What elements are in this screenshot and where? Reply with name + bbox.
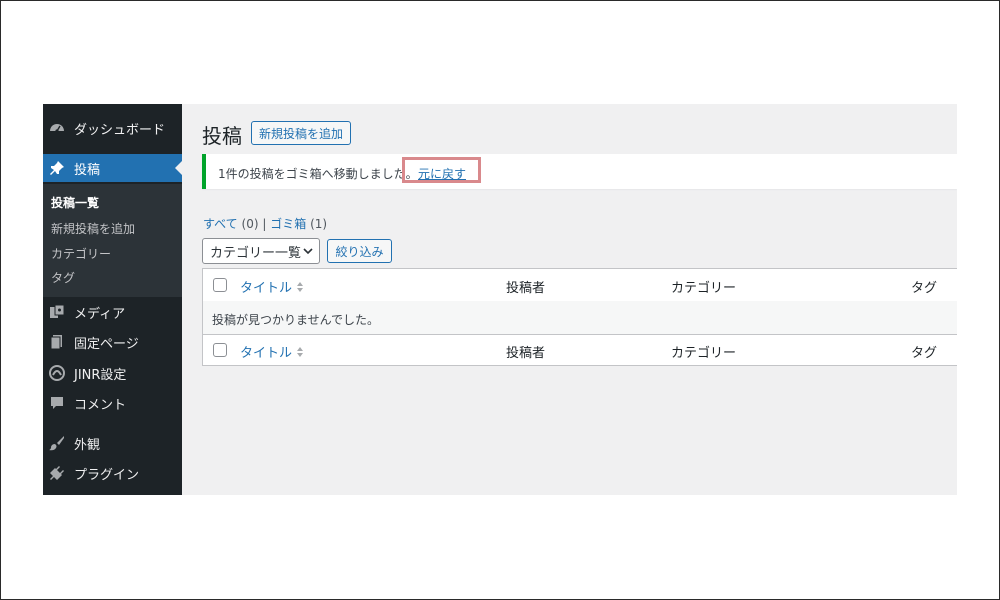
comment-icon — [49, 395, 65, 411]
title-column-label: タイトル — [240, 281, 293, 296]
categories-column-header: カテゴリー — [671, 281, 737, 296]
sidebar-item-dashboard[interactable]: ダッシュボード — [43, 114, 182, 142]
filter-all-link[interactable]: すべて — [203, 217, 238, 231]
submenu-item-add-new[interactable]: 新規投稿を追加 — [51, 220, 135, 237]
success-notice: 1件の投稿をゴミ箱へ移動しました。 元に戻す — [202, 154, 957, 189]
chevron-down-icon — [303, 245, 313, 255]
no-posts-message: 投稿が見つかりませんでした。 — [212, 313, 380, 327]
categories-column-footer: カテゴリー — [671, 346, 737, 361]
sort-icon — [297, 346, 304, 357]
sidebar-item-label: 外観 — [74, 437, 101, 453]
main-content: 投稿 新規投稿を追加 1件の投稿をゴミ箱へ移動しました。 元に戻す すべて (0… — [182, 104, 957, 495]
submenu-item-categories[interactable]: カテゴリー — [51, 245, 111, 262]
sidebar-item-label: ダッシュボード — [74, 122, 166, 138]
filter-all-count: (0) — [241, 217, 259, 231]
select-all-checkbox[interactable] — [213, 278, 227, 292]
filter-trash-count: (1) — [310, 217, 328, 231]
title-column-footer[interactable]: タイトル — [240, 342, 304, 361]
sidebar-item-pages[interactable]: 固定ページ — [43, 328, 182, 356]
appearance-icon — [49, 435, 65, 451]
page-icon — [49, 334, 65, 350]
undo-link[interactable]: 元に戻す — [418, 165, 466, 182]
submenu-item-tags[interactable]: タグ — [51, 269, 75, 286]
select-all-checkbox-footer[interactable] — [213, 343, 227, 357]
undo-highlight-box: 元に戻す — [402, 157, 481, 183]
sidebar-item-label: メディア — [74, 306, 126, 322]
sidebar-item-jinr-settings[interactable]: JINR設定 — [43, 359, 182, 387]
category-select-value: カテゴリー一覧 — [210, 245, 302, 261]
author-column-footer: 投稿者 — [506, 346, 546, 361]
page-title: 投稿 — [202, 124, 242, 148]
sidebar-item-label: プラグイン — [74, 467, 140, 483]
posts-submenu: 投稿一覧 新規投稿を追加 カテゴリー タグ — [43, 184, 182, 297]
jinr-settings-icon — [49, 365, 65, 381]
sidebar-item-label: JINR設定 — [74, 367, 127, 383]
table-header-row: タイトル 投稿者 カテゴリー タグ — [203, 269, 957, 302]
posts-table: タイトル 投稿者 カテゴリー タグ 投稿が見つかりませんでした。 タイトル 投稿… — [202, 268, 957, 366]
author-column-header: 投稿者 — [506, 281, 546, 296]
filter-separator: | — [262, 217, 267, 231]
title-column-header[interactable]: タイトル — [240, 277, 304, 296]
sidebar-item-label: コメント — [74, 397, 127, 413]
sidebar-item-label: 固定ページ — [74, 336, 139, 352]
sidebar-item-label: 投稿 — [74, 162, 101, 178]
filter-trash-link[interactable]: ゴミ箱 — [270, 217, 306, 231]
plugin-icon — [49, 465, 65, 481]
tags-column-header: タグ — [911, 281, 938, 296]
category-filter-select[interactable]: カテゴリー一覧 — [202, 238, 320, 264]
dashboard-icon — [49, 120, 65, 136]
wordpress-admin: ダッシュボード 投稿 投稿一覧 新規投稿を追加 カテゴリー タグ メディア 固定… — [43, 104, 957, 495]
submenu-item-all-posts[interactable]: 投稿一覧 — [51, 194, 99, 211]
pushpin-icon — [49, 160, 65, 176]
post-status-filters: すべて (0) | ゴミ箱 (1) — [203, 215, 327, 232]
table-row: 投稿が見つかりませんでした。 — [203, 301, 957, 335]
title-column-label: タイトル — [240, 346, 293, 361]
media-icon — [49, 304, 65, 320]
sidebar-item-plugins[interactable]: プラグイン — [43, 459, 182, 487]
admin-sidebar: ダッシュボード 投稿 投稿一覧 新規投稿を追加 カテゴリー タグ メディア 固定… — [43, 104, 182, 495]
sidebar-item-comments[interactable]: コメント — [43, 389, 182, 417]
filter-button[interactable]: 絞り込み — [327, 239, 392, 263]
notice-message: 1件の投稿をゴミ箱へ移動しました。 — [218, 167, 418, 181]
sidebar-item-media[interactable]: メディア — [43, 298, 182, 326]
add-new-post-button[interactable]: 新規投稿を追加 — [251, 121, 351, 145]
sidebar-item-appearance[interactable]: 外観 — [43, 429, 182, 457]
table-footer-row: タイトル 投稿者 カテゴリー タグ — [203, 334, 957, 366]
sidebar-item-posts[interactable]: 投稿 — [43, 154, 182, 182]
sort-icon — [297, 281, 304, 292]
tags-column-footer: タグ — [911, 346, 938, 361]
